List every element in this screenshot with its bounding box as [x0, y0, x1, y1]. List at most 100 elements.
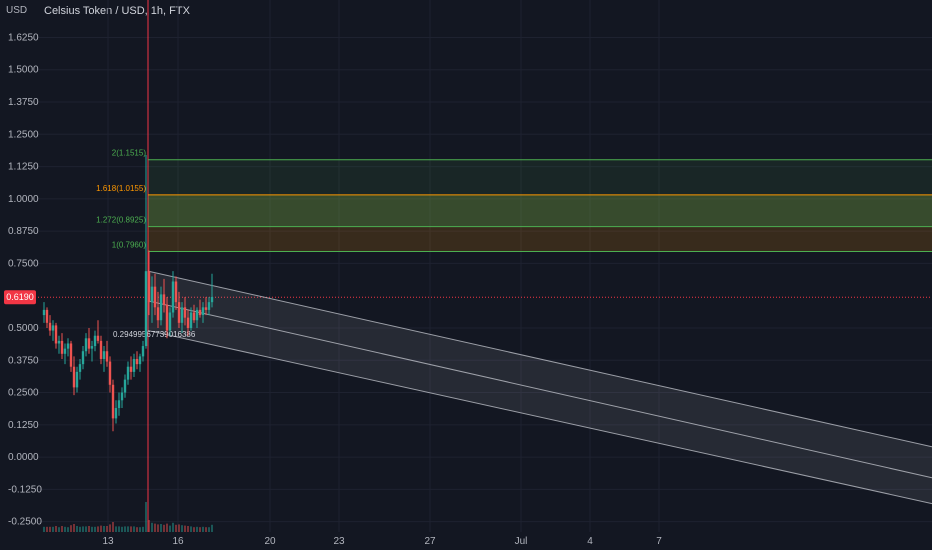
volume-bar	[160, 524, 162, 532]
volume-bar	[49, 526, 51, 532]
volume-bar	[73, 524, 75, 532]
volume-bar	[52, 526, 54, 532]
candle-body	[90, 346, 94, 349]
candle-body	[141, 346, 145, 357]
y-tick-label: 0.1250	[8, 420, 39, 431]
candle-body	[150, 286, 154, 303]
candle-body	[174, 281, 178, 303]
volume-bar	[181, 525, 183, 532]
volume-bar	[139, 527, 141, 532]
y-tick-label: 1.3750	[8, 97, 39, 108]
candle-body	[78, 364, 82, 372]
fib-level-label: 2(1.1515)	[112, 149, 147, 158]
candle-body	[126, 366, 130, 380]
volume-bar	[133, 526, 135, 532]
y-tick-label: 0.0000	[8, 452, 39, 463]
x-tick-label: 20	[264, 536, 276, 547]
candle-body	[147, 271, 151, 303]
candle-body	[129, 366, 133, 372]
channel-line	[147, 300, 932, 479]
x-tick-label: Jul	[515, 536, 528, 547]
candle-body	[51, 325, 55, 331]
volume-bar	[91, 526, 93, 532]
volume-bar	[187, 526, 189, 532]
volume-bar	[103, 526, 105, 532]
candle-body	[93, 335, 97, 347]
volume-bar	[109, 524, 111, 532]
volume-bar	[163, 524, 165, 532]
volume-bar	[205, 527, 207, 532]
volume-bar	[100, 525, 102, 532]
candle-body	[153, 286, 157, 308]
candle-body	[60, 340, 64, 354]
y-tick-label: 1.2500	[8, 129, 39, 140]
volume-bar	[166, 523, 168, 532]
fib-level-label: 1(0.7960)	[112, 241, 147, 250]
y-tick-label: -0.1250	[8, 484, 42, 495]
volume-bar	[64, 526, 66, 532]
candle-body	[57, 340, 61, 344]
candle-body	[162, 294, 166, 305]
candle-body	[114, 408, 118, 419]
volume-bar	[58, 527, 60, 532]
volume-bar	[148, 520, 150, 532]
volume-bar	[79, 526, 81, 532]
candle-body	[84, 338, 88, 352]
price-chart[interactable]: 2(1.1515) 1.618(1.0155) 1.272(0.8925) 1(0.7…	[0, 0, 932, 550]
volume-bar	[145, 502, 147, 532]
x-tick-label: 27	[424, 536, 436, 547]
volume-bar	[154, 523, 156, 532]
volume-bar	[130, 526, 132, 532]
volume-bar	[85, 526, 87, 532]
volume-bar	[175, 524, 177, 532]
candle-body	[210, 296, 214, 303]
fib-band	[148, 159, 932, 195]
volume-bar	[82, 526, 84, 532]
candle-body	[66, 343, 70, 349]
volume-bar	[61, 526, 63, 532]
candle-body	[195, 309, 199, 321]
candle-body	[87, 338, 91, 349]
candle-body	[99, 340, 103, 359]
candle-body	[159, 294, 163, 321]
last-price-label: 0.6190	[6, 292, 34, 302]
candle-body	[111, 384, 115, 419]
x-tick-label: 4	[587, 536, 593, 547]
candle-body	[186, 317, 190, 328]
candle-body	[201, 307, 205, 316]
candle-body	[198, 309, 202, 316]
volume-bar	[208, 527, 210, 532]
y-tick-label: 0.7500	[8, 258, 39, 269]
y-tick-label: 1.0000	[8, 194, 39, 205]
candle-body	[72, 366, 76, 388]
candle-body	[63, 348, 67, 354]
fib-band	[148, 226, 932, 252]
y-tick-label: 0.2500	[8, 388, 39, 399]
volume-bar	[112, 522, 114, 532]
volume-bar	[196, 526, 198, 532]
channel-line	[147, 330, 932, 505]
candle-body	[177, 302, 181, 323]
volume-bar	[97, 526, 99, 532]
volume-bar	[70, 525, 72, 532]
volume-bar	[43, 526, 45, 532]
volume-bar	[127, 526, 129, 532]
volume-bar	[55, 526, 57, 532]
fib-band	[148, 194, 932, 227]
currency-label: USD	[6, 5, 27, 16]
candle-body	[144, 271, 148, 347]
volume-bar	[172, 522, 174, 532]
candle-body	[192, 312, 196, 321]
volume-bar	[184, 525, 186, 532]
parallel-channel: 0.29499567739016386	[113, 270, 932, 505]
volume-bar	[157, 524, 159, 532]
y-tick-label: 1.6250	[8, 32, 39, 43]
volume-bar	[106, 526, 108, 532]
candle-body	[204, 307, 208, 310]
candle-body	[96, 335, 100, 341]
y-tick-label: 1.1250	[8, 162, 39, 173]
candle-body	[54, 325, 58, 344]
candle-body	[207, 302, 211, 310]
fib-level-label: 1.272(0.8925)	[96, 216, 146, 225]
volume-bar	[211, 524, 213, 532]
